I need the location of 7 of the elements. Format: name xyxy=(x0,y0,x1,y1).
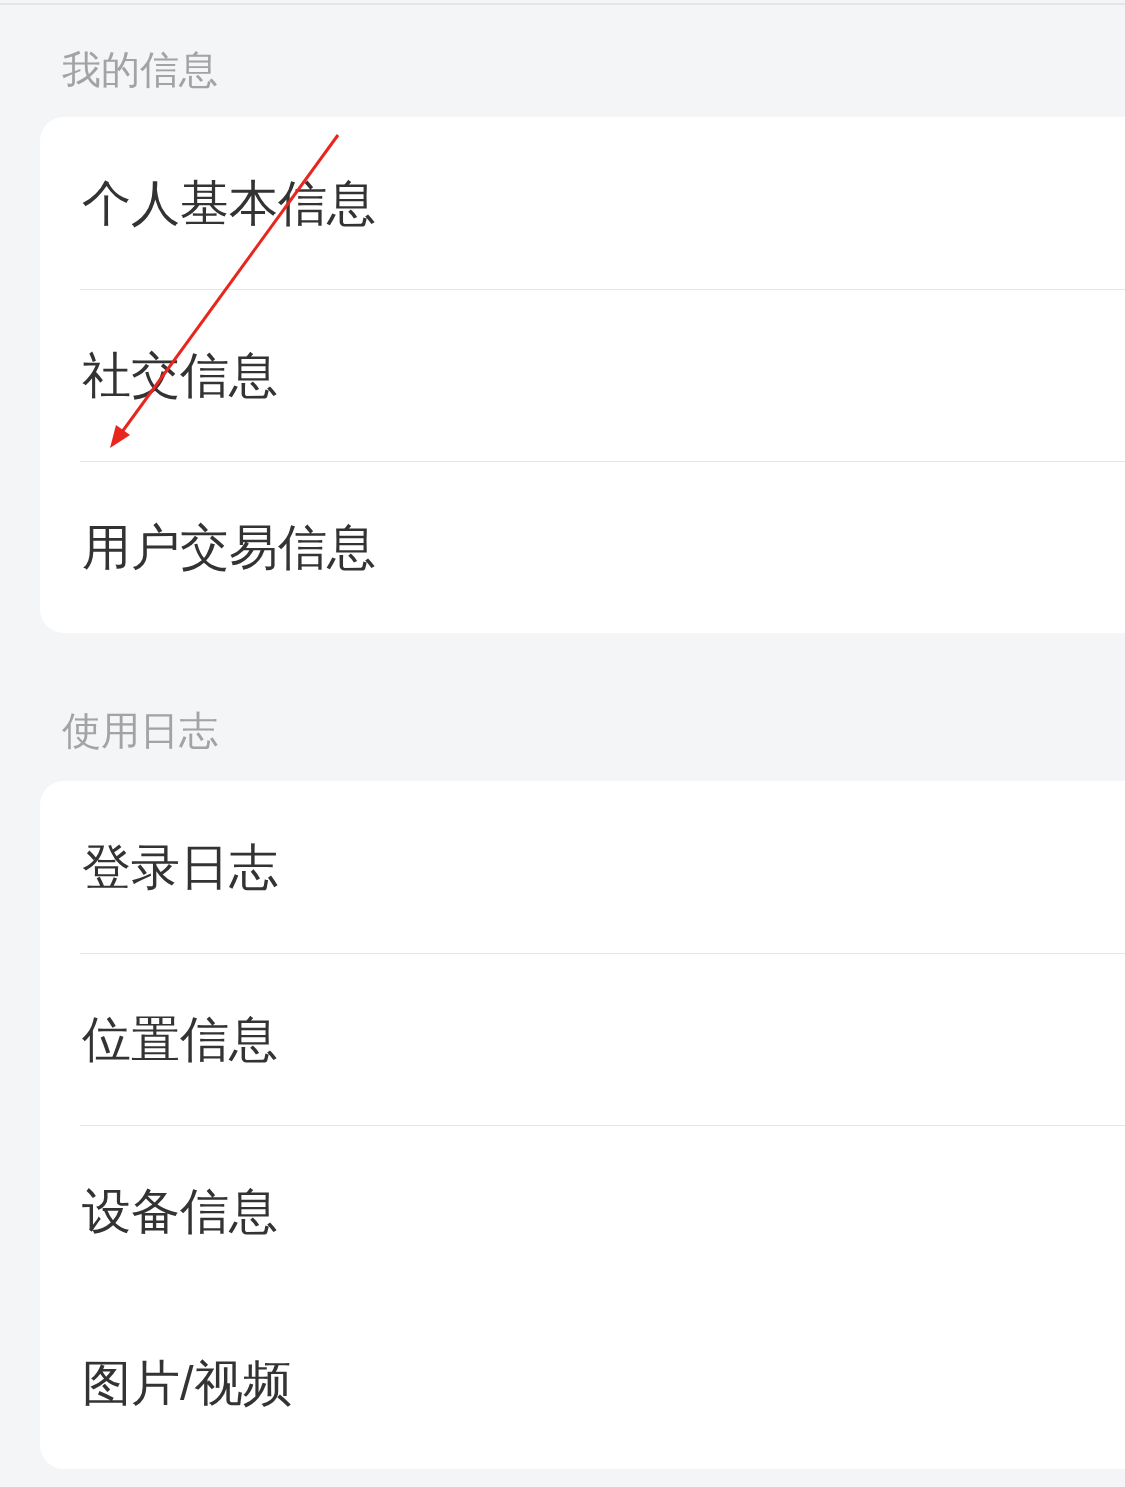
menu-item[interactable]: 设备信息 xyxy=(82,1187,278,1236)
menu-item[interactable]: 图片/视频 xyxy=(82,1359,292,1408)
menu-item[interactable]: 登录日志 xyxy=(82,843,278,892)
menu-item[interactable]: 用户交易信息 xyxy=(82,523,376,572)
section-header: 使用日志 xyxy=(62,709,218,752)
section-header: 我的信息 xyxy=(62,48,218,91)
menu-item[interactable]: 位置信息 xyxy=(82,1015,278,1064)
